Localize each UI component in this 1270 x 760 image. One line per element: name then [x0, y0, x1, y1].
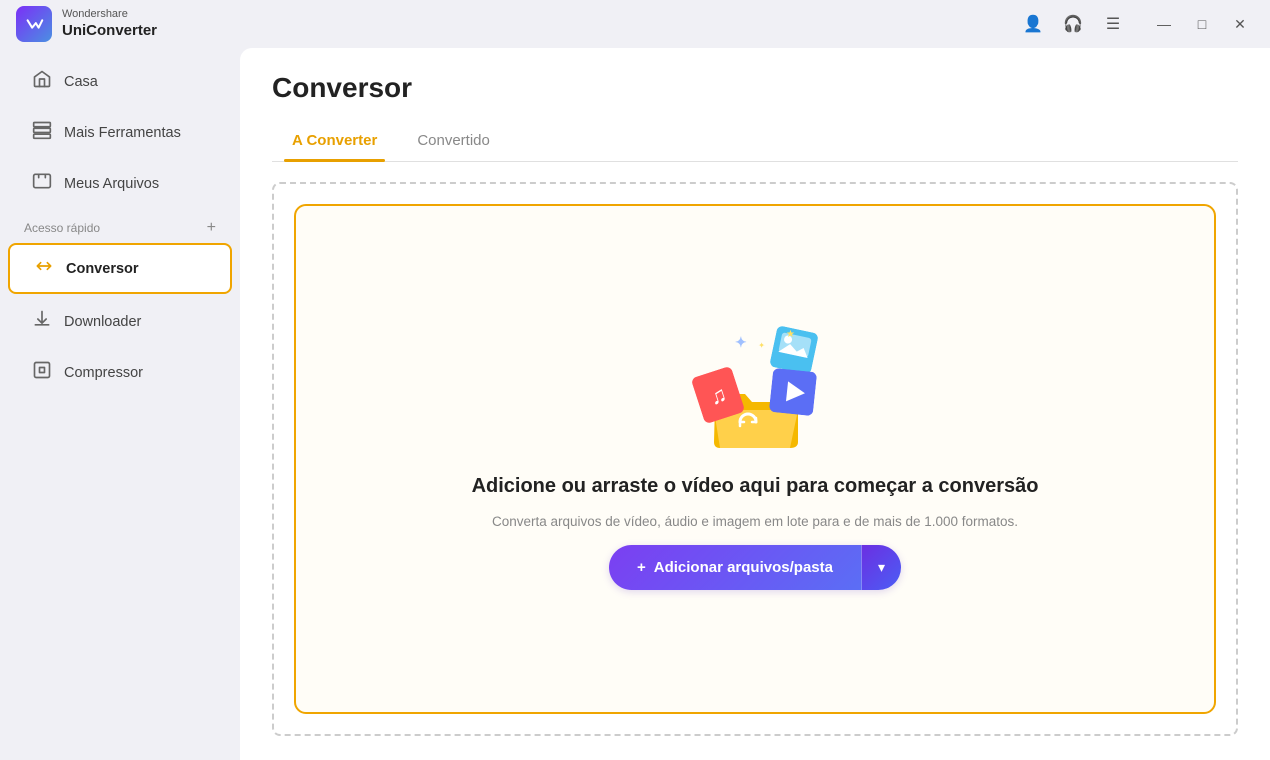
add-quick-access-button[interactable]: + [207, 219, 216, 237]
add-files-label: Adicionar arquivos/pasta [654, 559, 833, 576]
converter-illustration: ♫ ✦ ★ [695, 329, 815, 449]
app-product-label: UniConverter [62, 22, 157, 40]
window-controls: — □ ✕ [1150, 10, 1254, 38]
minimize-button[interactable]: — [1150, 10, 1178, 38]
compressor-icon [32, 360, 52, 385]
sparkle-3: ✦ [758, 341, 765, 350]
maximize-button[interactable]: □ [1188, 10, 1216, 38]
app-brand-label: Wondershare [62, 8, 157, 21]
plus-icon: + [637, 559, 646, 576]
add-files-dropdown-button[interactable]: ▾ [861, 545, 901, 590]
sidebar-item-compressor-label: Compressor [64, 365, 143, 381]
tab-a-converter[interactable]: A Converter [272, 124, 397, 161]
drop-zone-subtitle: Converta arquivos de vídeo, áudio e imag… [492, 514, 1018, 529]
conversor-icon [34, 256, 54, 281]
sidebar-item-meus-arquivos-label: Meus Arquivos [64, 176, 159, 192]
content-area: Conversor A Converter Convertido [240, 48, 1270, 760]
drop-zone-wrapper: ♫ ✦ ★ [272, 182, 1238, 736]
sidebar-item-conversor[interactable]: Conversor [8, 243, 232, 294]
tools-icon [32, 120, 52, 145]
sidebar-item-downloader[interactable]: Downloader [8, 298, 232, 345]
close-button[interactable]: ✕ [1226, 10, 1254, 38]
sidebar: Casa Mais Ferramentas Meus Arquivos Aces… [0, 48, 240, 760]
quick-access-label: Acesso rápido + [0, 209, 240, 241]
menu-icon[interactable]: ☰ [1102, 13, 1124, 35]
sidebar-item-meus-arquivos[interactable]: Meus Arquivos [8, 160, 232, 207]
sidebar-item-compressor[interactable]: Compressor [8, 349, 232, 396]
titlebar-right: 👤 🎧 ☰ — □ ✕ [1022, 10, 1254, 38]
add-files-main-button[interactable]: + Adicionar arquivos/pasta [609, 545, 861, 590]
drop-zone[interactable]: ♫ ✦ ★ [294, 204, 1216, 714]
sparkle-1: ✦ [735, 334, 747, 351]
sidebar-item-casa[interactable]: Casa [8, 58, 232, 105]
titlebar-left: Wondershare UniConverter [16, 6, 157, 42]
sparkle-2: ★ [786, 329, 795, 340]
main-layout: Casa Mais Ferramentas Meus Arquivos Aces… [0, 48, 1270, 760]
titlebar: Wondershare UniConverter 👤 🎧 ☰ — □ ✕ [0, 0, 1270, 48]
headset-icon[interactable]: 🎧 [1062, 13, 1084, 35]
sidebar-item-casa-label: Casa [64, 74, 98, 90]
user-icon[interactable]: 👤 [1022, 13, 1044, 35]
sidebar-item-downloader-label: Downloader [64, 314, 141, 330]
files-icon [32, 171, 52, 196]
sidebar-item-conversor-label: Conversor [66, 261, 139, 277]
downloader-icon [32, 309, 52, 334]
sidebar-item-mais-ferramentas-label: Mais Ferramentas [64, 125, 181, 141]
page-title: Conversor [272, 72, 1238, 104]
tabs: A Converter Convertido [272, 124, 1238, 162]
add-files-button-group: + Adicionar arquivos/pasta ▾ [609, 545, 901, 590]
app-logo [16, 6, 52, 42]
tab-convertido[interactable]: Convertido [397, 124, 510, 161]
sidebar-item-mais-ferramentas[interactable]: Mais Ferramentas [8, 109, 232, 156]
drop-zone-title: Adicione ou arraste o vídeo aqui para co… [472, 475, 1039, 498]
app-name: Wondershare UniConverter [62, 8, 157, 39]
home-icon [32, 69, 52, 94]
